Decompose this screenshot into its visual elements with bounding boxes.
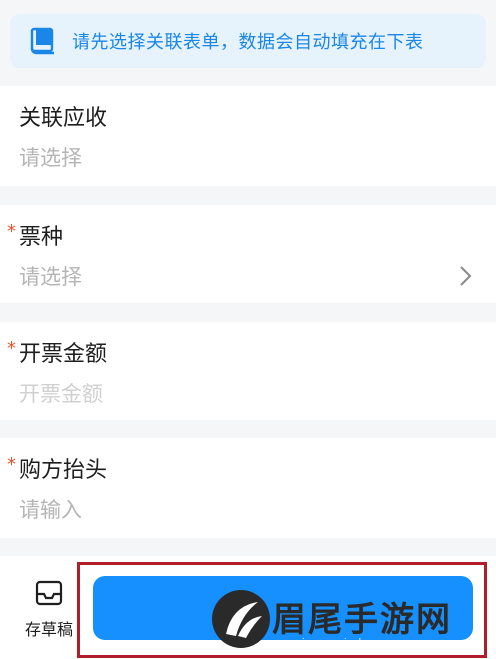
field-buyer-title[interactable]: * 购方抬头 请输入 <box>0 438 496 538</box>
save-draft-label: 存草稿 <box>24 620 73 639</box>
field-label: * 购方抬头 <box>7 454 108 483</box>
field-invoice-amount[interactable]: * 开票金额 开票金额 <box>0 322 496 420</box>
field-placeholder: 请选择 <box>19 265 82 289</box>
field-linked-receivable[interactable]: 关联应收 请选择 <box>0 86 496 186</box>
watermark-title: 眉尾手游网 <box>272 600 452 640</box>
field-label: * 票种 <box>7 221 64 250</box>
watermark: 眉尾手游网 m e i w e i d a . c o m <box>212 588 492 658</box>
buyer-title-input[interactable]: 请输入 <box>19 494 82 524</box>
watermark-logo-icon <box>212 590 270 648</box>
required-mark: * <box>7 221 16 242</box>
field-label: 关联应收 <box>19 106 108 131</box>
info-banner: 请先选择关联表单，数据会自动填充在下表 <box>10 14 486 68</box>
book-icon <box>28 26 58 56</box>
required-mark: * <box>7 338 16 359</box>
watermark-url: m e i w e i d a . c o m <box>270 638 436 648</box>
chevron-right-icon <box>460 266 472 286</box>
field-label: * 开票金额 <box>7 338 108 367</box>
field-placeholder: 请选择 <box>19 146 82 170</box>
save-draft-button[interactable]: 存草稿 <box>16 578 82 642</box>
amount-input[interactable]: 开票金额 <box>19 378 103 408</box>
banner-text: 请先选择关联表单，数据会自动填充在下表 <box>72 32 424 53</box>
field-invoice-type[interactable]: * 票种 请选择 <box>0 205 496 303</box>
required-mark: * <box>7 454 16 475</box>
inbox-tray-icon <box>35 580 63 606</box>
